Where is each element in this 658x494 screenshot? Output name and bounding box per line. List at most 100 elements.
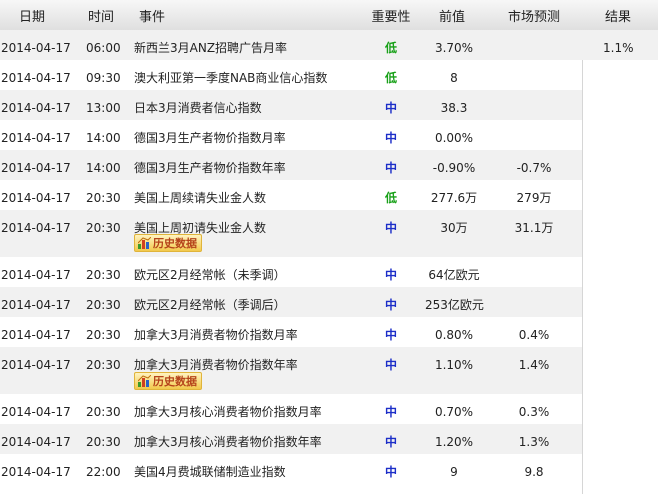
previous-cell: -0.90% [432,161,476,175]
event-cell: 德国3月生产者物价指数月率 [134,131,286,145]
previous-cell: 1.10% [434,358,474,372]
date-cell: 2014-04-17 [1,298,71,312]
time-cell: 20:30 [86,298,121,312]
header-forecast: 市场预测 [507,10,560,25]
date-cell: 2014-04-17 [1,221,71,235]
table-row: 2014-04-17 20:30 美国上周初请失业金人数中 30万 31.1万 [0,210,582,257]
event-cell: 澳大利亚第一季度NAB商业信心指数 [134,71,328,85]
importance-cell: 中 [384,435,397,449]
previous-cell: 30万 [440,221,468,235]
importance-cell: 中 [384,405,397,419]
time-cell: 20:30 [86,191,121,205]
date-cell: 2014-04-17 [1,358,71,372]
importance-cell: 中 [384,101,397,115]
time-cell: 20:30 [86,328,121,342]
previous-cell: 64亿欧元 [428,268,480,282]
date-cell: 2014-04-17 [1,435,71,449]
time-cell: 09:30 [86,71,121,85]
forecast-cell: 0.4% [518,328,550,342]
importance-cell: 低 [384,71,397,85]
actual-value: 1.1% [603,41,634,55]
table-row: 2014-04-17 14:00 德国3月生产者物价指数年率 中 -0.90% -0.7% [0,150,582,180]
header-event: 事件 [138,10,165,25]
event-cell: 加拿大3月核心消费者物价指数月率 [134,405,322,419]
table-row: 2014-04-17 06:00 新西兰3月ANZ招聘广告月率 低 3.70% [0,30,582,60]
history-data-button[interactable]: 历史数据 [134,234,202,252]
header-importance: 重要性 [371,10,411,25]
time-cell: 20:30 [86,405,121,419]
event-cell: 加拿大3月核心消费者物价指数年率 [134,435,322,449]
table-row: 2014-04-17 13:00 日本3月消费者信心指数 中 38.3 [0,90,582,120]
bar-chart-icon [138,237,151,249]
table-row: 2014-04-17 14:00 德国3月生产者物价指数月率 中 0.00% [0,120,582,150]
table-row: 2014-04-17 20:30 加拿大3月消费者物价指数月率 中 0.80% 0.4% [0,317,582,347]
column-divider [582,60,583,494]
forecast-cell: 31.1万 [514,221,554,235]
date-cell: 2014-04-17 [1,328,71,342]
importance-cell: 中 [384,221,397,235]
actual-cell: 1.1% [582,30,658,60]
time-cell: 20:30 [86,358,121,372]
date-cell: 2014-04-17 [1,161,71,175]
previous-cell: 8 [450,71,458,85]
time-cell: 20:30 [86,268,121,282]
importance-cell: 低 [384,41,397,55]
event-cell: 新西兰3月ANZ招聘广告月率 [134,41,288,55]
header-time: 时间 [87,10,114,25]
previous-cell: 0.00% [434,131,474,145]
previous-cell: 9 [450,465,458,479]
bar-chart-icon [138,375,151,387]
previous-cell: 3.70% [434,41,474,55]
previous-cell: 0.80% [434,328,474,342]
time-cell: 14:00 [86,161,121,175]
date-cell: 2014-04-17 [1,465,71,479]
importance-cell: 中 [384,358,397,372]
forecast-cell: 1.4% [518,358,550,372]
economic-calendar: 日期 时间 事件 重要性 前值 市场预测 结果 2014-04-17 06:00 新… [0,0,658,494]
date-cell: 2014-04-17 [1,405,71,419]
history-data-button[interactable]: 历史数据 [134,372,202,390]
importance-cell: 中 [384,465,397,479]
table-row: 2014-04-17 22:00 美国4月费城联储制造业指数 中 9 9.8 [0,454,582,484]
event-cell: 美国上周续请失业金人数 [134,191,267,205]
date-cell: 2014-04-17 [1,268,71,282]
time-cell: 13:00 [86,101,121,115]
time-cell: 06:00 [86,41,121,55]
forecast-cell: -0.7% [516,161,552,175]
table-row: 2014-04-17 20:30 加拿大3月核心消费者物价指数月率 中 0.70% 0.3… [0,394,582,424]
table-row: 2014-04-17 20:30 欧元区2月经常帐（季调后） 中 253亿欧元 [0,287,582,317]
previous-cell: 253亿欧元 [425,298,484,312]
header-previous: 前值 [438,10,465,25]
event-cell: 欧元区2月经常帐（季调后） [134,298,286,312]
time-cell: 14:00 [86,131,121,145]
event-cell: 德国3月生产者物价指数年率 [134,161,286,175]
forecast-cell: 0.3% [518,405,550,419]
date-cell: 2014-04-17 [1,101,71,115]
event-cell: 欧元区2月经常帐（未季调） [134,268,286,282]
date-cell: 2014-04-17 [1,71,71,85]
date-cell: 2014-04-17 [1,41,71,55]
table-row: 2014-04-17 20:30 欧元区2月经常帐（未季调） 中 64亿欧元 [0,257,582,287]
event-cell: 加拿大3月消费者物价指数月率 [134,328,298,342]
history-data-label: 历史数据 [153,237,197,250]
previous-cell: 1.20% [434,435,474,449]
table-row: 2014-04-17 20:30 美国上周续请失业金人数 低 277.6万 279万 [0,180,582,210]
date-cell: 2014-04-17 [1,131,71,145]
table-row: 2014-04-17 09:30 澳大利亚第一季度NAB商业信心指数 低 8 [0,60,582,90]
header-date: 日期 [18,10,45,25]
history-data-label: 历史数据 [153,375,197,388]
time-cell: 20:30 [86,435,121,449]
previous-cell: 277.6万 [430,191,478,205]
importance-cell: 低 [384,191,397,205]
importance-cell: 中 [384,328,397,342]
forecast-cell: 279万 [516,191,552,205]
previous-cell: 0.70% [434,405,474,419]
date-cell: 2014-04-17 [1,191,71,205]
importance-cell: 中 [384,131,397,145]
time-cell: 20:30 [86,221,121,235]
forecast-cell: 9.8 [524,465,544,479]
header-actual: 结果 [604,10,631,25]
importance-cell: 中 [384,298,397,312]
event-cell: 美国4月费城联储制造业指数 [134,465,286,479]
forecast-cell: 1.3% [518,435,550,449]
